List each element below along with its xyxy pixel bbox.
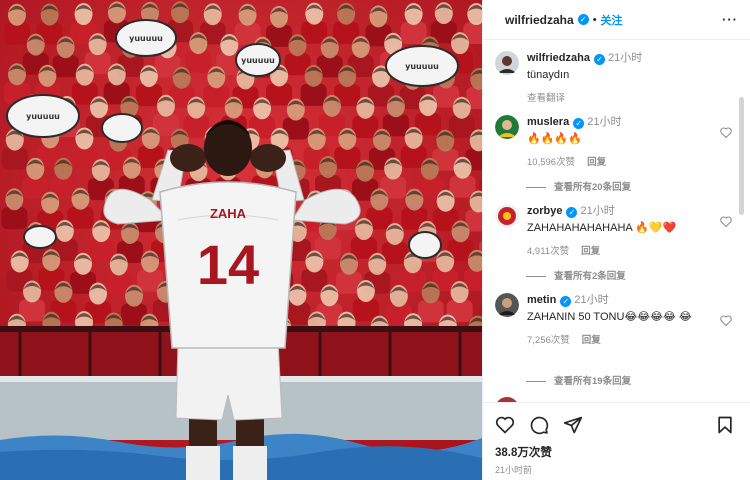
comment-text: 🔥🔥🔥🔥 bbox=[527, 133, 582, 145]
bubble-text: yuuuuu bbox=[405, 62, 439, 71]
avatar[interactable] bbox=[495, 51, 519, 75]
crowd-body bbox=[400, 22, 427, 45]
view-replies-text: 查看所有20条回复 bbox=[554, 182, 632, 193]
crowd-body bbox=[52, 55, 79, 78]
follow-button[interactable]: 关注 bbox=[601, 12, 623, 28]
bookmark-icon[interactable] bbox=[715, 415, 735, 435]
jersey-name: ZAHA bbox=[210, 206, 247, 221]
heart-icon[interactable] bbox=[720, 216, 732, 227]
verified-badge-icon: ✓ bbox=[566, 207, 578, 218]
avatar[interactable] bbox=[495, 293, 519, 317]
bubble-text: yuuuuu bbox=[241, 56, 275, 65]
crowd-body bbox=[88, 239, 115, 262]
bubble-text: yuuuuu bbox=[26, 112, 60, 121]
crowd-body bbox=[1, 207, 28, 230]
view-replies-link[interactable]: 查看所有2条回复 bbox=[526, 268, 626, 282]
scrollbar[interactable] bbox=[739, 85, 744, 402]
crowd-body bbox=[1, 147, 28, 170]
caption-time[interactable]: 21小时 bbox=[608, 52, 642, 64]
post-image[interactable]: yuuuuu yuuuuu yuuuuu yuuuuu ZAHA 14 bbox=[0, 0, 482, 480]
comment-likes[interactable]: 10,596次赞 bbox=[527, 157, 575, 168]
comment-time[interactable]: 21小时 bbox=[574, 294, 608, 306]
crowd-body bbox=[3, 22, 30, 45]
jersey-number: 14 bbox=[197, 233, 259, 296]
view-replies-link[interactable]: 查看所有19条回复 bbox=[526, 373, 631, 387]
view-replies-text: 查看所有2条回复 bbox=[554, 271, 626, 282]
crowd-body bbox=[185, 51, 212, 74]
comment-text: ZAHANIN 50 TONU😂😂😂😂 😂 bbox=[527, 311, 692, 323]
caption-text: tünaydın bbox=[527, 69, 570, 81]
crowd-body bbox=[300, 83, 327, 106]
caption-username[interactable]: wilfriedzaha bbox=[527, 52, 590, 64]
post-actions: 38.8万次赞 21小时前 bbox=[483, 402, 750, 480]
crowd-body bbox=[266, 83, 293, 106]
scrollbar-thumb[interactable] bbox=[739, 97, 744, 215]
heart-icon[interactable] bbox=[495, 415, 515, 435]
comment-time[interactable]: 21小时 bbox=[587, 116, 621, 128]
likes-count[interactable]: 38.8万次赞 bbox=[495, 444, 739, 460]
comment-username[interactable]: muslera bbox=[527, 116, 569, 128]
comment-username[interactable]: metin bbox=[527, 294, 556, 306]
comment-text: ZAHAHAHAHAHAHA 🔥💛❤️ bbox=[527, 222, 677, 234]
crowd-body bbox=[334, 146, 361, 169]
reply-button[interactable]: 回复 bbox=[581, 246, 600, 257]
comment-icon[interactable] bbox=[529, 415, 549, 435]
reply-line bbox=[526, 186, 546, 188]
heart-icon[interactable] bbox=[720, 127, 732, 138]
reply-button[interactable]: 回复 bbox=[587, 157, 606, 168]
reply-line bbox=[526, 380, 546, 382]
view-replies-text: 查看所有19条回复 bbox=[554, 376, 632, 387]
post-detail-panel: wilfriedzaha ✓ • 关注 ··· wilfriedzaha ✓ 21小… bbox=[482, 0, 750, 480]
share-icon[interactable] bbox=[563, 415, 583, 435]
verified-badge-icon: ✓ bbox=[593, 54, 605, 65]
see-translation-link[interactable]: 查看翻译 bbox=[527, 90, 740, 104]
zaha-illustration: yuuuuu yuuuuu yuuuuu yuuuuu ZAHA 14 bbox=[0, 0, 482, 480]
comment-likes[interactable]: 4,911次赞 bbox=[527, 246, 569, 257]
crowd-body bbox=[449, 175, 476, 198]
comment-username[interactable]: zorbye bbox=[527, 205, 562, 217]
more-icon[interactable]: ··· bbox=[722, 12, 738, 27]
reply-button[interactable]: 回复 bbox=[582, 335, 601, 346]
post-header: wilfriedzaha ✓ • 关注 ··· bbox=[483, 0, 750, 40]
author-username[interactable]: wilfriedzaha bbox=[505, 13, 574, 27]
separator-dot: • bbox=[592, 13, 597, 26]
comment-likes[interactable]: 7,256次赞 bbox=[527, 335, 570, 346]
avatar[interactable] bbox=[495, 115, 519, 139]
verified-badge-icon: ✓ bbox=[573, 118, 585, 129]
verified-badge-icon: ✓ bbox=[560, 296, 572, 307]
post-timestamp[interactable]: 21小时前 bbox=[495, 463, 739, 476]
verified-badge-icon: ✓ bbox=[577, 14, 589, 25]
view-replies-link[interactable]: 查看所有20条回复 bbox=[526, 179, 631, 193]
crowd-body bbox=[417, 300, 444, 323]
reply-line bbox=[526, 275, 546, 277]
bubble-text: yuuuuu bbox=[129, 34, 163, 43]
heart-icon[interactable] bbox=[720, 315, 732, 326]
avatar[interactable] bbox=[495, 204, 519, 228]
comment-time[interactable]: 21小时 bbox=[580, 205, 614, 217]
comments-list[interactable]: wilfriedzaha ✓ 21小时 tünaydın 查看翻译 muslera ✓… bbox=[483, 41, 745, 402]
